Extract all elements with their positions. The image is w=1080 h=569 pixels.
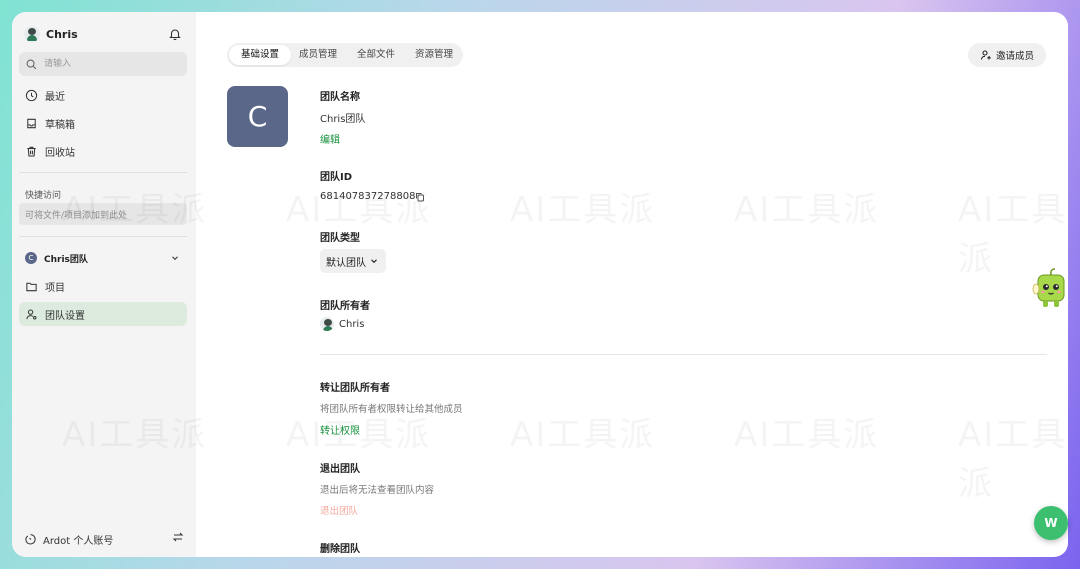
clock-icon <box>25 89 38 101</box>
leave-team-desc: 退出后将无法查看团队内容 <box>320 485 435 496</box>
leave-team-link[interactable]: 退出团队 <box>320 503 358 517</box>
team-avatar-small: C <box>25 252 37 264</box>
tab-member-management[interactable]: 成员管理 <box>287 45 349 65</box>
main-content: 基础设置 成员管理 全部文件 资源管理 邀请成员 C 团队名称 Chris团队 … <box>196 12 1068 557</box>
owner-name: Chris <box>339 318 365 330</box>
app-window: Chris 最近 草稿箱 回收站 快捷访问 可将文件/项目添加到此处 <box>12 12 1068 557</box>
transfer-permission-link[interactable]: 转让权限 <box>320 422 360 437</box>
quick-access-title: 快捷访问 <box>25 191 62 201</box>
owner-avatar <box>320 317 334 331</box>
copy-icon[interactable] <box>415 192 425 202</box>
team-type-dropdown[interactable]: 默认团队 <box>320 249 386 273</box>
delete-team-title: 删除团队 <box>320 544 360 555</box>
chevron-down-icon <box>172 256 178 261</box>
team-owner-title: 团队所有者 <box>320 301 370 312</box>
account-switcher[interactable]: Ardot 个人账号 <box>24 530 184 548</box>
user-menu[interactable]: Chris <box>24 24 184 44</box>
team-switcher[interactable]: C Chris团队 <box>19 248 187 268</box>
mascot-icon[interactable] <box>1032 267 1068 313</box>
floating-action-button[interactable]: W <box>1034 506 1068 540</box>
tab-resource-management[interactable]: 资源管理 <box>403 45 465 65</box>
transfer-owner-desc: 将团队所有者权限转让给其他成员 <box>320 404 463 415</box>
sidebar-divider <box>19 236 187 237</box>
invite-member-button[interactable]: 邀请成员 <box>968 43 1046 67</box>
sidebar-item-label: 回收站 <box>45 147 75 159</box>
drafts-icon <box>27 118 36 128</box>
folder-icon <box>26 282 37 291</box>
sidebar-item-team-settings[interactable]: 团队设置 <box>19 302 187 326</box>
quick-access-hint: 可将文件/项目添加到此处 <box>25 210 128 221</box>
team-name-value: Chris团队 <box>320 114 366 125</box>
tab-all-files[interactable]: 全部文件 <box>345 45 407 65</box>
team-type-title: 团队类型 <box>320 233 360 244</box>
sidebar: Chris 最近 草稿箱 回收站 快捷访问 可将文件/项目添加到此处 <box>12 12 196 557</box>
settings-tabs: 基础设置 成员管理 全部文件 资源管理 <box>227 43 465 67</box>
user-avatar <box>24 26 40 42</box>
chevron-down-icon <box>371 259 377 264</box>
sidebar-item-label: 草稿箱 <box>45 119 75 131</box>
add-user-icon <box>980 50 991 60</box>
sidebar-item-recent[interactable]: 最近 <box>19 83 187 107</box>
user-name: Chris <box>46 27 78 41</box>
team-name-title: 团队名称 <box>320 92 360 103</box>
trash-icon <box>27 146 36 156</box>
sidebar-divider <box>19 172 187 173</box>
leave-team-title: 退出团队 <box>320 464 360 475</box>
team-name: Chris团队 <box>44 254 88 265</box>
section-divider <box>320 354 1047 355</box>
team-owner: Chris <box>320 317 364 331</box>
sidebar-item-label: 团队设置 <box>45 310 85 322</box>
team-id-title: 团队ID <box>320 172 353 183</box>
sidebar-item-label: 最近 <box>45 91 65 103</box>
search-icon <box>26 59 37 69</box>
account-label: Ardot 个人账号 <box>43 535 114 547</box>
team-id-value: 681407837278808 <box>320 191 416 202</box>
swap-icon[interactable] <box>172 531 184 543</box>
sidebar-item-trash[interactable]: 回收站 <box>19 139 187 163</box>
edit-team-name-link[interactable]: 编辑 <box>320 131 340 146</box>
ardot-logo-icon <box>25 533 36 544</box>
sidebar-item-drafts[interactable]: 草稿箱 <box>19 111 187 135</box>
user-settings-icon <box>26 309 37 319</box>
tab-basic-settings[interactable]: 基础设置 <box>229 45 292 65</box>
search-box[interactable] <box>19 52 187 76</box>
sidebar-item-label: 项目 <box>45 282 65 294</box>
transfer-owner-title: 转让团队所有者 <box>320 383 390 394</box>
search-input[interactable] <box>42 58 176 70</box>
team-type-value: 默认团队 <box>326 257 366 269</box>
sidebar-item-projects[interactable]: 项目 <box>19 274 187 298</box>
invite-member-label: 邀请成员 <box>995 51 1034 62</box>
quick-access-dropzone[interactable]: 可将文件/项目添加到此处 <box>19 203 187 225</box>
bell-icon[interactable] <box>168 26 184 42</box>
team-avatar: C <box>227 86 288 147</box>
